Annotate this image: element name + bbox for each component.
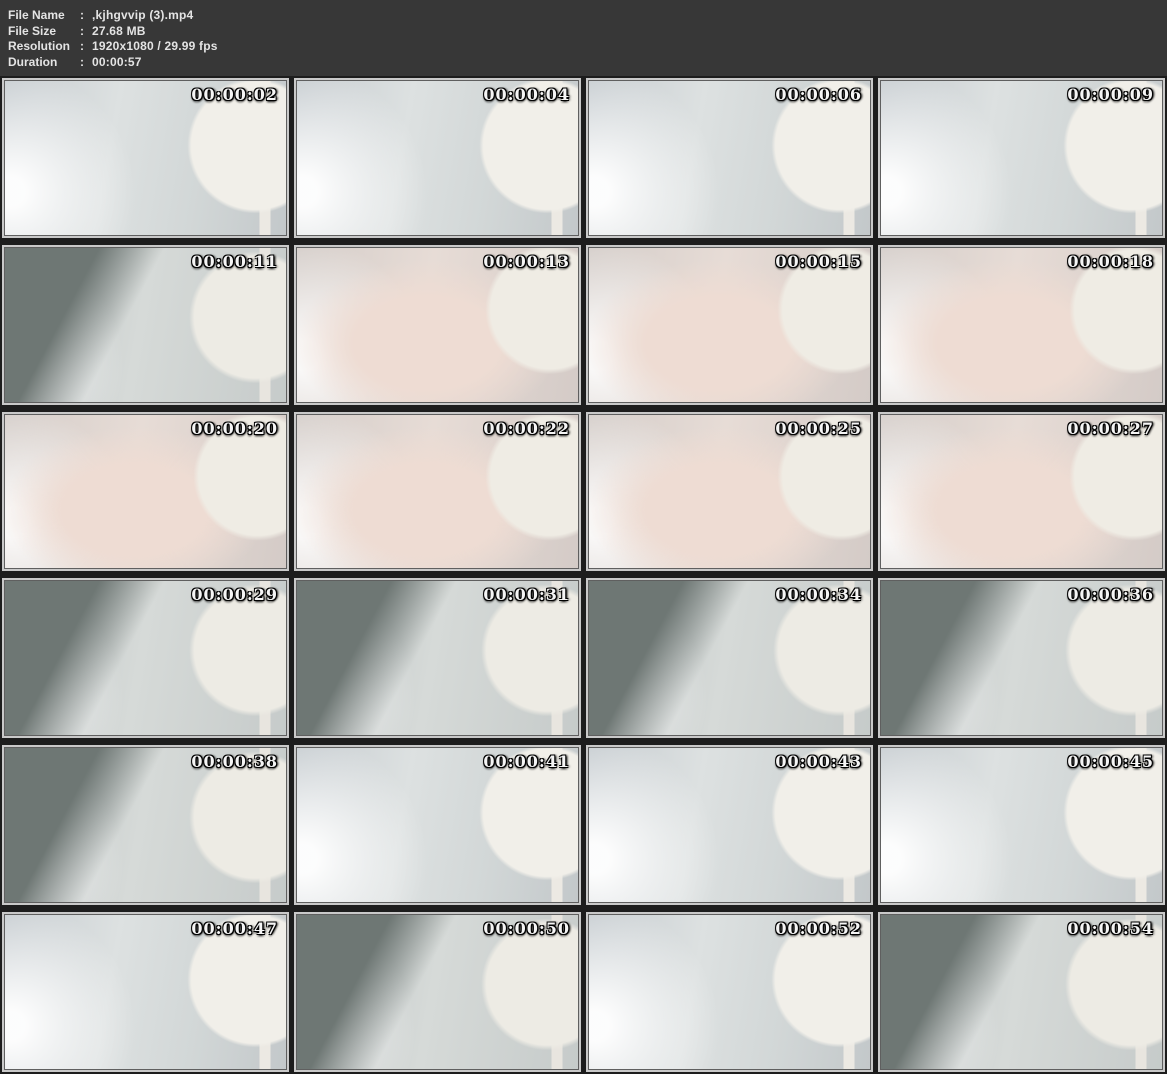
meta-value: 00:00:57 <box>92 54 142 69</box>
frame-timestamp: 00:00:52 <box>775 919 862 939</box>
frame-timestamp: 00:00:20 <box>191 418 278 438</box>
frame-timestamp: 00:00:50 <box>483 919 570 939</box>
video-frame-thumbnail: 00:00:45 <box>878 745 1165 906</box>
frame-timestamp: 00:00:22 <box>483 418 570 438</box>
meta-row: Duration:00:00:57 <box>8 55 1167 71</box>
frame-timestamp: 00:00:47 <box>191 919 278 939</box>
video-frame-thumbnail: 00:00:41 <box>294 745 581 906</box>
meta-row: File Name: ,kjhgvvip (3).mp4 <box>8 8 1167 24</box>
frame-image-placeholder <box>881 748 1162 903</box>
frame-timestamp: 00:00:15 <box>775 251 862 271</box>
frame-image-placeholder <box>5 581 286 736</box>
video-frame-thumbnail: 00:00:29 <box>2 578 289 739</box>
frame-timestamp: 00:00:41 <box>483 752 570 772</box>
video-frame-thumbnail: 00:00:25 <box>586 411 873 572</box>
frame-image-placeholder <box>589 581 870 736</box>
video-frame-thumbnail: 00:00:38 <box>2 745 289 906</box>
video-frame-thumbnail: 00:00:13 <box>294 244 581 405</box>
video-frame-thumbnail: 00:00:43 <box>586 745 873 906</box>
meta-label: Resolution <box>8 39 70 53</box>
frame-image-placeholder <box>589 81 870 235</box>
frame-image-placeholder <box>297 581 578 736</box>
meta-row: File Size:27.68 MB <box>8 24 1167 40</box>
frame-timestamp: 00:00:02 <box>191 85 278 104</box>
video-frame-thumbnail: 00:00:36 <box>878 578 1165 739</box>
frame-timestamp: 00:00:29 <box>191 585 278 605</box>
meta-value: 1920x1080 / 29.99 fps <box>92 39 218 53</box>
frame-timestamp: 00:00:36 <box>1067 585 1154 605</box>
frame-timestamp: 00:00:11 <box>191 251 278 271</box>
frame-timestamp: 00:00:04 <box>483 85 570 104</box>
video-frame-thumbnail: 00:00:22 <box>294 411 581 572</box>
frame-image-placeholder <box>297 748 578 903</box>
frame-timestamp: 00:00:27 <box>1067 418 1154 438</box>
frame-timestamp: 00:00:06 <box>775 85 862 104</box>
frame-timestamp: 00:00:34 <box>775 585 862 605</box>
frame-timestamp: 00:00:31 <box>483 585 570 605</box>
video-frame-thumbnail: 00:00:18 <box>878 244 1165 405</box>
video-frame-thumbnail: 00:00:15 <box>586 244 873 405</box>
frame-image-placeholder <box>589 748 870 903</box>
frame-timestamp: 00:00:45 <box>1067 752 1154 772</box>
video-frame-thumbnail: 00:00:52 <box>586 912 873 1072</box>
meta-label: Duration <box>8 54 58 69</box>
frame-timestamp: 00:00:25 <box>775 418 862 438</box>
video-frame-thumbnail: 00:00:09 <box>878 78 1165 238</box>
frame-timestamp: 00:00:38 <box>191 752 278 772</box>
meta-value: ,kjhgvvip (3).mp4 <box>92 8 194 22</box>
video-frame-thumbnail: 00:00:31 <box>294 578 581 739</box>
frame-image-placeholder <box>881 581 1162 736</box>
metadata-panel: File Name: ,kjhgvvip (3).mp4 File Size:27… <box>0 0 1167 76</box>
frame-image-placeholder <box>881 915 1162 1069</box>
video-frame-thumbnail: 00:00:04 <box>294 78 581 238</box>
video-frame-thumbnail: 00:00:11 <box>2 244 289 405</box>
meta-row: Resolution:1920x1080 / 29.99 fps <box>8 39 1167 55</box>
video-frame-thumbnail: 00:00:06 <box>586 78 873 238</box>
frame-image-placeholder <box>5 748 286 903</box>
frame-timestamp: 00:00:18 <box>1067 251 1154 271</box>
frame-image-placeholder <box>5 915 286 1069</box>
meta-separator: : <box>80 8 84 22</box>
frame-image-placeholder <box>297 81 578 235</box>
video-frame-thumbnail: 00:00:02 <box>2 78 289 238</box>
frame-image-placeholder <box>297 915 578 1069</box>
frame-image-placeholder <box>5 81 286 235</box>
frame-timestamp: 00:00:09 <box>1067 85 1154 104</box>
video-frame-thumbnail: 00:00:47 <box>2 912 289 1072</box>
video-frame-thumbnail: 00:00:20 <box>2 411 289 572</box>
meta-value: 27.68 MB <box>92 23 146 38</box>
frame-image-placeholder <box>589 915 870 1069</box>
meta-separator: : <box>80 54 84 69</box>
thumbnail-grid: 00:00:02 00:00:04 00:00:06 00:00:09 00:0… <box>0 76 1167 1074</box>
meta-separator: : <box>80 23 84 38</box>
video-frame-thumbnail: 00:00:27 <box>878 411 1165 572</box>
frame-timestamp: 00:00:43 <box>775 752 862 772</box>
frame-image-placeholder <box>881 81 1162 235</box>
frame-timestamp: 00:00:13 <box>483 251 570 271</box>
meta-separator: : <box>80 39 84 53</box>
frame-timestamp: 00:00:54 <box>1067 919 1154 939</box>
video-frame-thumbnail: 00:00:54 <box>878 912 1165 1072</box>
video-frame-thumbnail: 00:00:34 <box>586 578 873 739</box>
meta-label: File Size <box>8 23 57 38</box>
meta-label: File Name <box>8 8 65 22</box>
video-frame-thumbnail: 00:00:50 <box>294 912 581 1072</box>
